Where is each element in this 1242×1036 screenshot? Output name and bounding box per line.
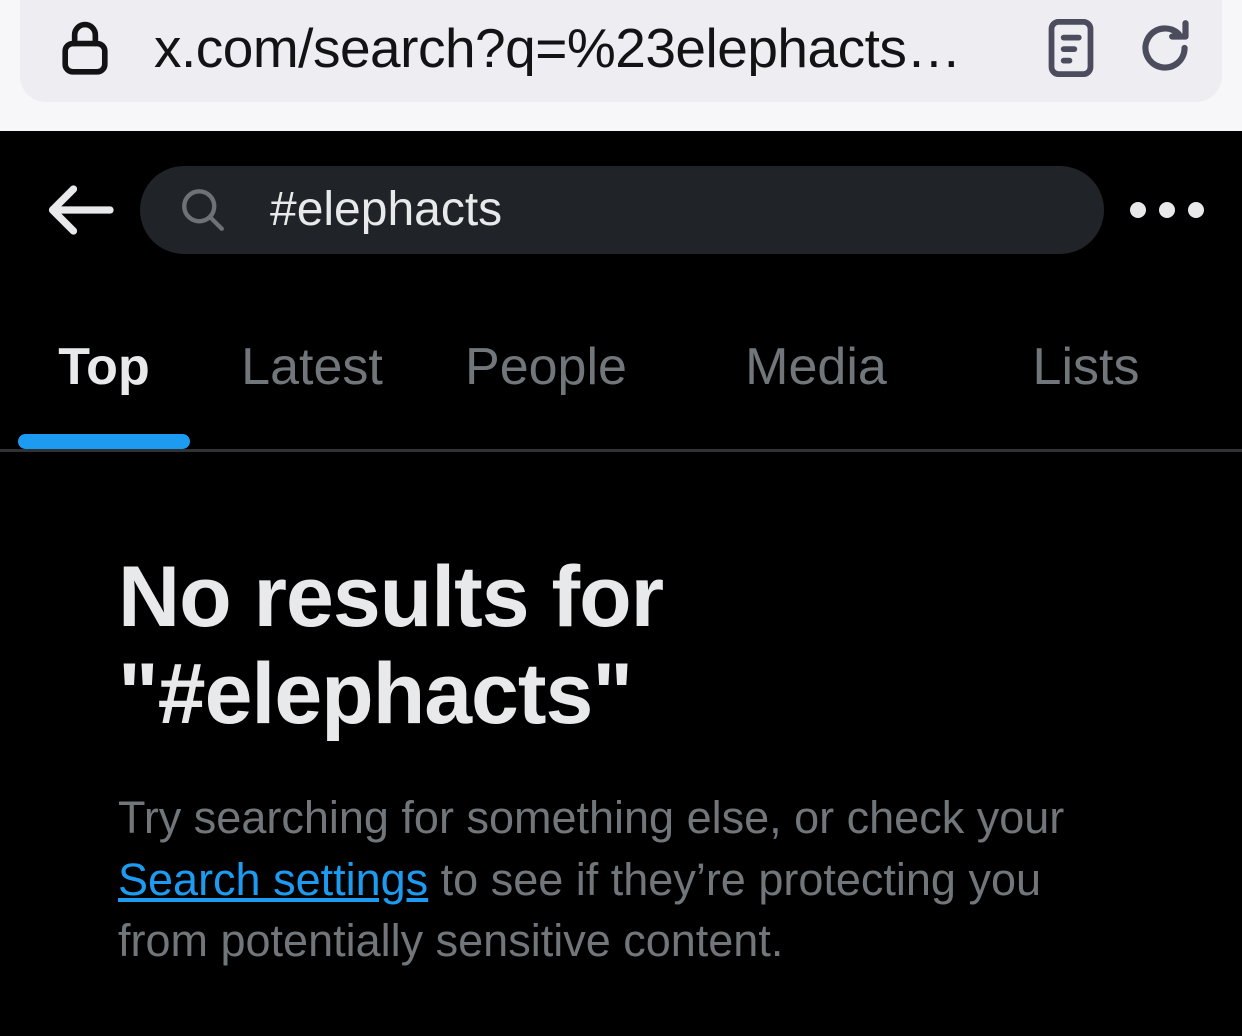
- search-header: #elephacts: [0, 131, 1242, 289]
- more-dot: [1188, 202, 1204, 218]
- empty-state-description: Try searching for something else, or che…: [118, 787, 1103, 971]
- search-icon: [178, 185, 228, 235]
- tab-lists[interactable]: Lists: [956, 289, 1216, 449]
- reload-icon[interactable]: [1130, 13, 1200, 83]
- no-results-empty-state: No results for "#elephacts" Try searchin…: [0, 452, 1242, 971]
- tab-top[interactable]: Top: [0, 289, 208, 449]
- back-arrow-icon[interactable]: [42, 172, 118, 248]
- tab-label: Top: [58, 338, 150, 396]
- more-dot: [1130, 202, 1146, 218]
- search-tabs: Top Latest People Media Lists: [0, 289, 1242, 452]
- tab-label: Media: [745, 338, 887, 396]
- url-bar[interactable]: x.com/search?q=%23elephacts…: [20, 0, 1222, 102]
- lock-icon: [54, 14, 116, 82]
- active-tab-indicator: [18, 434, 190, 449]
- x-app: #elephacts Top Latest People Media Lists…: [0, 131, 1242, 1036]
- empty-state-text-before: Try searching for something else, or che…: [118, 792, 1065, 844]
- page-title: No results for "#elephacts": [118, 549, 664, 743]
- more-dot: [1159, 202, 1175, 218]
- tab-label: Lists: [1032, 338, 1140, 396]
- screen-root: x.com/search?q=%23elephacts… #elephacts …: [0, 0, 1242, 1036]
- url-text: x.com/search?q=%23elephacts…: [154, 20, 961, 76]
- tab-label: Latest: [241, 338, 383, 396]
- search-input-value: #elephacts: [270, 186, 503, 234]
- browser-chrome: x.com/search?q=%23elephacts…: [0, 0, 1242, 131]
- search-settings-link[interactable]: Search settings: [118, 854, 428, 905]
- search-input[interactable]: #elephacts: [140, 166, 1104, 254]
- tab-people[interactable]: People: [416, 289, 676, 449]
- tab-label: People: [465, 338, 627, 396]
- tab-latest[interactable]: Latest: [208, 289, 416, 449]
- reader-view-icon[interactable]: [1036, 13, 1106, 83]
- tab-media[interactable]: Media: [676, 289, 956, 449]
- more-options-icon[interactable]: [1122, 172, 1212, 248]
